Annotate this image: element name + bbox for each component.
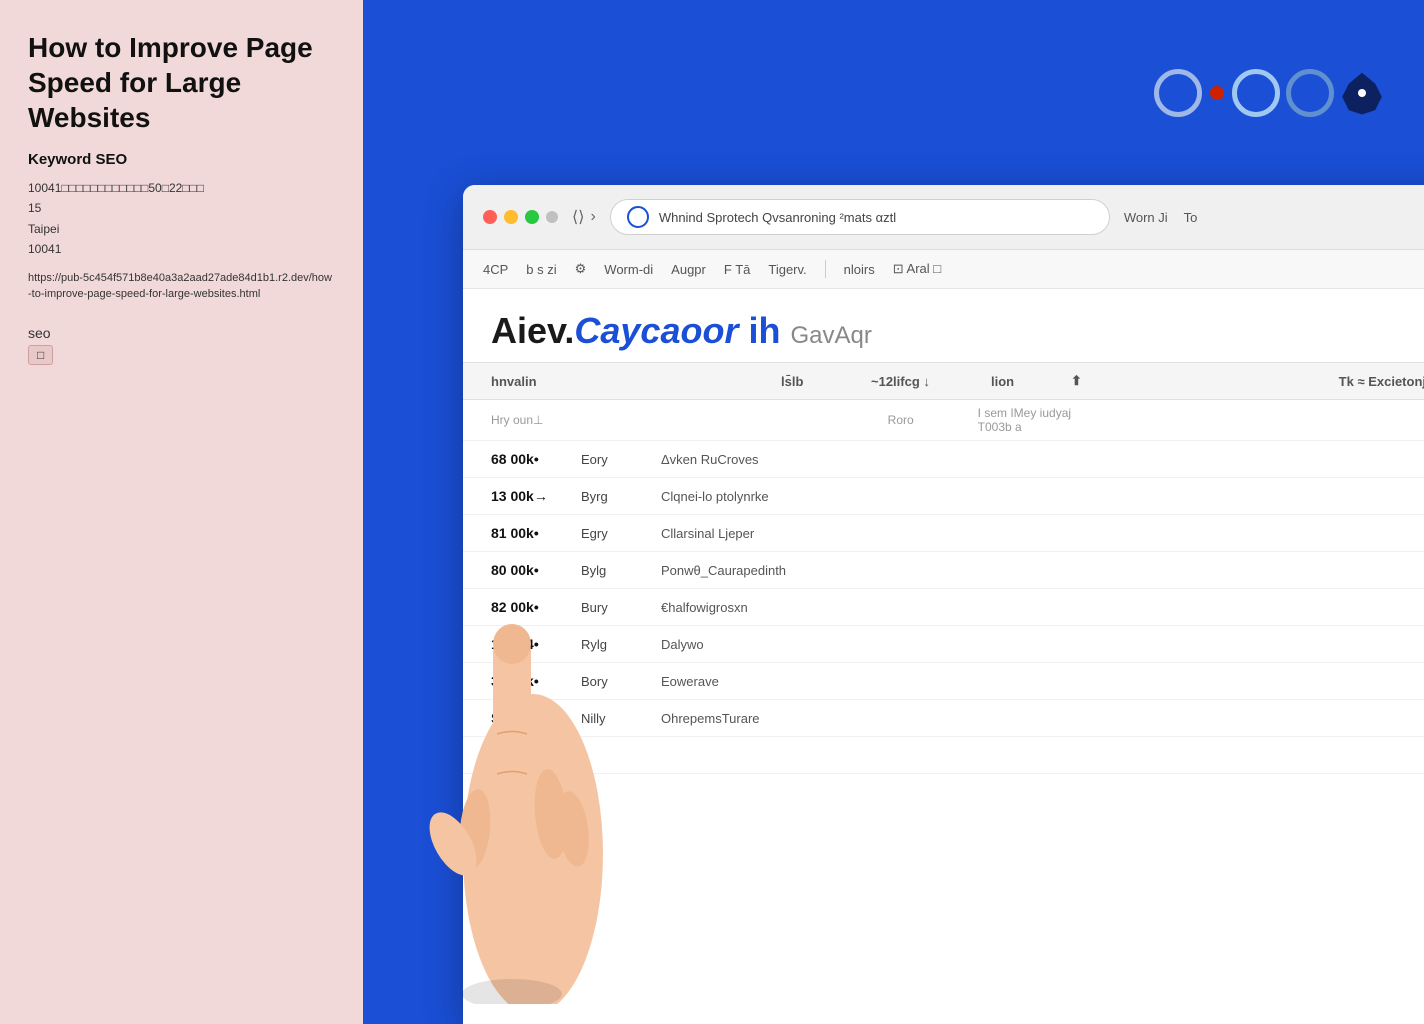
table-row: 13 00k→ Byrg Clqnei-lo ptolynrke bbox=[463, 478, 1424, 515]
row1-extra: Δvken RuCroves bbox=[661, 452, 1424, 467]
row8-volume: S0 00k• bbox=[491, 710, 581, 726]
browser-tabs-right: Worn Ji To bbox=[1124, 210, 1198, 225]
address-text: Whnind Sprotech Qvsanroning ²mats αztl bbox=[659, 210, 896, 225]
row7-volume: 32 00k• bbox=[491, 673, 581, 689]
row7-extra: Eowerave bbox=[661, 674, 1424, 689]
sub-hdr-trend: I sem IMey iudyaj T003b a bbox=[978, 406, 1098, 434]
traffic-lights bbox=[483, 210, 558, 224]
toolbar-item-7[interactable]: nloirs bbox=[844, 262, 875, 277]
traffic-light-extra bbox=[546, 211, 558, 223]
browser-refresh-icon bbox=[627, 206, 649, 228]
title-part2: Caycaoor bbox=[574, 310, 738, 351]
row4-volume: 80 00k• bbox=[491, 562, 581, 578]
browser-content[interactable]: Aiev.Caycaoor ih GavAqr hnvalin ls̄lb ~1… bbox=[463, 289, 1424, 1024]
icon-o2 bbox=[1286, 69, 1334, 117]
toolbar-item-0[interactable]: 4CP bbox=[483, 262, 508, 277]
traffic-light-minimize[interactable] bbox=[504, 210, 518, 224]
page-header: Aiev.Caycaoor ih GavAqr bbox=[463, 289, 1424, 362]
sidebar: How to Improve Page Speed for Large Webs… bbox=[0, 0, 363, 1024]
browser-chrome: ⟨⟩ › Whnind Sprotech Qvsanroning ²mats α… bbox=[463, 185, 1424, 250]
table-header: hnvalin ls̄lb ~12lifcg ↓ lion ⬆ Tk ≈ Exc… bbox=[463, 362, 1424, 400]
table-row: 82 00k• Bury €halfowigrosxn bbox=[463, 589, 1424, 626]
row6-volume: 17 004• bbox=[491, 636, 581, 652]
traffic-light-close[interactable] bbox=[483, 210, 497, 224]
row3-volume: 81 00k• bbox=[491, 525, 581, 541]
row5-volume: 82 00k• bbox=[491, 599, 581, 615]
row9-volume: 8F 00k• bbox=[491, 747, 581, 763]
row1-intent: Eory bbox=[581, 452, 661, 467]
toolbar-item-1[interactable]: b s zi bbox=[526, 262, 556, 277]
row8-intent: Nilly bbox=[581, 711, 661, 726]
col-header-keyword: hnvalin bbox=[491, 374, 781, 389]
col-header-intent: lion bbox=[991, 374, 1071, 389]
icon-o1 bbox=[1232, 69, 1280, 117]
row7-intent: Bory bbox=[581, 674, 661, 689]
sidebar-tag: seo □ bbox=[28, 325, 335, 365]
sidebar-meta: 10041□□□□□□□□□□□□50□22□□□ 15 Taipei 1004… bbox=[28, 178, 335, 260]
toolbar-item-6[interactable]: Tigerv. bbox=[768, 262, 806, 277]
toolbar-item-5[interactable]: F Tā bbox=[724, 262, 751, 277]
nav-back-icon[interactable]: ⟨⟩ bbox=[572, 207, 584, 227]
col-header-volume: ls̄lb bbox=[781, 374, 871, 389]
address-bar[interactable]: Whnind Sprotech Qvsanroning ²mats αztl bbox=[610, 199, 1110, 235]
top-icons bbox=[1154, 69, 1384, 117]
table-row: S0 00k• Nilly OhrepemsTurare bbox=[463, 700, 1424, 737]
toolbar-item-3[interactable]: Worm-di bbox=[604, 262, 653, 277]
traffic-light-maximize[interactable] bbox=[525, 210, 539, 224]
toolbar-item-2[interactable]: ⚙ bbox=[575, 261, 587, 277]
table-sub-header: Hry oun⊥ Roro I sem IMey iudyaj T003b a bbox=[463, 400, 1424, 441]
col-header-actions: Tk ≈ Excietonj bbox=[1266, 374, 1424, 389]
table-row: 81 00k• Egry Cllarsinal Ljeper bbox=[463, 515, 1424, 552]
row2-intent: Byrg bbox=[581, 489, 661, 504]
toolbar-item-8[interactable]: ⊡ Aral □ bbox=[893, 261, 941, 277]
row1-volume: 68 00k• bbox=[491, 451, 581, 467]
title-part1: Aiev. bbox=[491, 310, 574, 351]
table-row: 80 00k• Bylg Ponwθ_Caurapedinth bbox=[463, 552, 1424, 589]
data-table: hnvalin ls̄lb ~12lifcg ↓ lion ⬆ Tk ≈ Exc… bbox=[463, 362, 1424, 774]
browser-toolbar: 4CP b s zi ⚙ Worm-di Augpr F Tā Tigerv. … bbox=[463, 250, 1424, 289]
row5-extra: €halfowigrosxn bbox=[661, 600, 1424, 615]
sub-hdr-volume: Roro bbox=[888, 413, 978, 427]
browser-window: ⟨⟩ › Whnind Sprotech Qvsanroning ²mats α… bbox=[463, 185, 1424, 1024]
col-header-trend: ~12lifcg ↓ bbox=[871, 374, 991, 389]
row6-intent: Rylg bbox=[581, 637, 661, 652]
browser-nav: ⟨⟩ › bbox=[572, 207, 596, 227]
icon-dot-red bbox=[1210, 86, 1224, 100]
row2-volume: 13 00k→ bbox=[491, 488, 581, 504]
row4-intent: Bylg bbox=[581, 563, 661, 578]
row5-intent: Bury bbox=[581, 600, 661, 615]
table-row: 32 00k• Bory Eowerave bbox=[463, 663, 1424, 700]
table-row: 68 00k• Eory Δvken RuCroves bbox=[463, 441, 1424, 478]
icon-c bbox=[1154, 69, 1202, 117]
table-row: 17 004• Rylg Dalywo bbox=[463, 626, 1424, 663]
sidebar-title: How to Improve Page Speed for Large Webs… bbox=[28, 30, 335, 135]
nav-forward-icon[interactable]: › bbox=[590, 208, 595, 226]
row6-extra: Dalywo bbox=[661, 637, 1424, 652]
row3-extra: Cllarsinal Ljeper bbox=[661, 526, 1424, 541]
row4-extra: Ponwθ_Caurapedinth bbox=[661, 563, 1424, 578]
sidebar-tag-box: □ bbox=[28, 345, 53, 365]
icon-leaf bbox=[1340, 71, 1384, 115]
sidebar-keyword: Keyword SEO bbox=[28, 151, 335, 168]
browser-page-title: Aiev.Caycaoor ih GavAqr bbox=[491, 309, 1424, 352]
sub-hdr-keyword: Hry oun⊥ bbox=[491, 413, 888, 427]
main-top-header bbox=[363, 0, 1424, 185]
col-header-sort: ⬆ bbox=[1071, 373, 1121, 389]
tab-item-1[interactable]: Worn Ji bbox=[1124, 210, 1168, 225]
row3-intent: Egry bbox=[581, 526, 661, 541]
toolbar-divider bbox=[825, 260, 826, 278]
main-area: ⟨⟩ › Whnind Sprotech Qvsanroning ²mats α… bbox=[363, 0, 1424, 1024]
toolbar-item-4[interactable]: Augpr bbox=[671, 262, 706, 277]
row8-extra: OhrepemsTurare bbox=[661, 711, 1424, 726]
row2-extra: Clqnei-lo ptolynrke bbox=[661, 489, 1424, 504]
tab-item-2[interactable]: To bbox=[1184, 210, 1198, 225]
title-subtitle: GavAqr bbox=[790, 322, 871, 349]
sidebar-url: https://pub-5c454f571b8e40a3a2aad27ade84… bbox=[28, 270, 335, 303]
table-row: 8F 00k• bbox=[463, 737, 1424, 774]
title-part3: ih bbox=[748, 310, 780, 351]
